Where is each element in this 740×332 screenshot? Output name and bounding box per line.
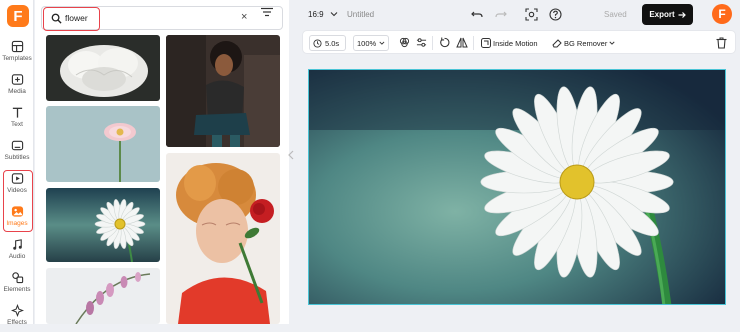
- peony-thumbnail: [46, 35, 160, 101]
- toolbar-divider: [432, 36, 433, 50]
- templates-icon: [11, 40, 23, 53]
- chevron-down-icon[interactable]: [330, 10, 338, 18]
- chevron-left-icon: [288, 150, 294, 160]
- left-rail: F Templates Media Text Subtitles Videos …: [0, 0, 34, 326]
- motion-icon: [481, 38, 491, 48]
- chevron-down-icon: [379, 41, 385, 45]
- export-label: Export: [649, 10, 675, 19]
- project-title[interactable]: Untitled: [347, 10, 374, 19]
- sidebar-item-text[interactable]: Text: [3, 104, 31, 134]
- media-icon: [11, 74, 23, 85]
- filter-icon[interactable]: [261, 7, 273, 17]
- chevron-down-icon: [609, 41, 615, 45]
- duration-value: 5.0s: [325, 38, 340, 48]
- color-adjust-icon[interactable]: [399, 37, 410, 48]
- canvas-image-daisy[interactable]: [308, 69, 726, 305]
- pink-gerbera-thumbnail: [46, 106, 160, 182]
- image-result-woman[interactable]: [166, 35, 280, 147]
- inside-motion-button[interactable]: Inside Motion: [481, 38, 538, 48]
- eraser-icon: [552, 39, 562, 48]
- user-avatar[interactable]: F: [712, 4, 732, 24]
- adjust-sliders-icon[interactable]: [416, 37, 427, 48]
- duration-control[interactable]: 5.0s: [309, 35, 346, 51]
- image-result-orchid[interactable]: [46, 268, 160, 324]
- daisy-thumbnail: [46, 188, 160, 262]
- sidebar-item-elements[interactable]: Elements: [3, 269, 31, 299]
- collapse-panel-handle[interactable]: [288, 150, 296, 170]
- top-bar: 16:9 Untitled Saved Export F: [296, 0, 740, 30]
- text-icon: [12, 107, 22, 118]
- sidebar-item-label: Audio: [8, 253, 26, 260]
- sidebar-item-subtitles[interactable]: Subtitles: [3, 137, 31, 167]
- image-result-pink-gerbera[interactable]: [46, 106, 160, 182]
- sidebar-item-effects[interactable]: Effects: [3, 302, 31, 332]
- toolbar-divider: [473, 36, 474, 50]
- sidebar-item-label: Templates: [2, 55, 32, 62]
- sidebar-item-templates[interactable]: Templates: [2, 38, 32, 68]
- sidebar-item-label: Subtitles: [4, 154, 30, 161]
- man-rose-thumbnail: [166, 153, 280, 324]
- sidebar-item-label: Effects: [7, 319, 27, 326]
- woman-thumbnail: [166, 35, 280, 147]
- editor-app: F Templates Media Text Subtitles Videos …: [0, 0, 740, 326]
- zoom-value: 100%: [357, 38, 377, 48]
- sidebar-item-label: Text: [11, 121, 23, 128]
- bg-remover-label: BG Remover: [564, 38, 608, 48]
- search-highlight: [43, 7, 100, 31]
- sidebar-item-media[interactable]: Media: [3, 71, 31, 101]
- save-status: Saved: [604, 10, 627, 19]
- daisy-canvas-image: [309, 70, 725, 304]
- image-result-man-with-rose[interactable]: [166, 153, 280, 324]
- edit-toolbar: 5.0s 100% Inside Motion BG Remover: [302, 30, 736, 54]
- aspect-ratio-select[interactable]: 16:9: [308, 10, 324, 19]
- app-logo[interactable]: F: [7, 5, 29, 27]
- help-icon[interactable]: [549, 8, 562, 21]
- sidebar-item-label: Elements: [3, 286, 31, 293]
- zoom-select[interactable]: 100%: [353, 35, 389, 51]
- sidebar-item-audio[interactable]: Audio: [3, 236, 31, 266]
- videos-images-highlight: [3, 170, 33, 232]
- clear-search-icon[interactable]: ×: [241, 11, 247, 23]
- sidebar-item-label: Media: [8, 88, 26, 95]
- image-result-peony[interactable]: [46, 35, 160, 101]
- rotate-icon[interactable]: [439, 37, 450, 48]
- orchid-thumbnail: [46, 268, 160, 324]
- clock-icon: [313, 38, 322, 48]
- effects-icon: [10, 304, 24, 317]
- screenshot-icon[interactable]: [525, 8, 538, 21]
- export-button[interactable]: Export: [642, 4, 693, 25]
- flip-icon[interactable]: [456, 37, 468, 48]
- undo-icon[interactable]: [471, 8, 483, 20]
- subtitles-icon: [11, 140, 23, 151]
- image-result-daisy[interactable]: [46, 188, 160, 262]
- elements-icon: [11, 272, 23, 284]
- redo-icon[interactable]: [495, 8, 507, 20]
- bg-remover-button[interactable]: BG Remover: [552, 38, 615, 48]
- inside-motion-label: Inside Motion: [493, 38, 538, 48]
- arrow-right-icon: [678, 11, 686, 18]
- media-panel: flower ×: [35, 0, 289, 324]
- trash-icon[interactable]: [716, 37, 727, 49]
- audio-icon: [12, 239, 22, 250]
